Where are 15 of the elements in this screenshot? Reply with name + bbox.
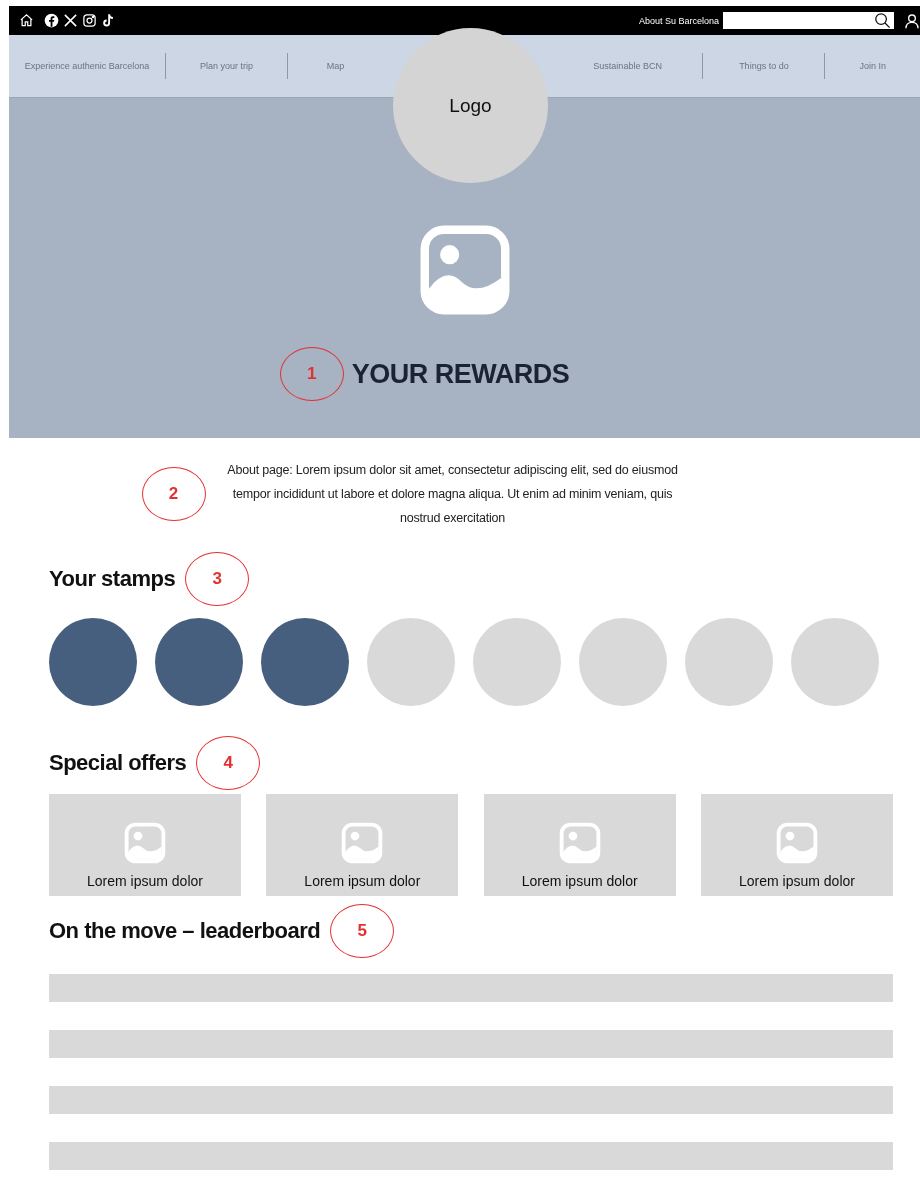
offer-card[interactable]: Lorem ipsum dolor <box>49 794 241 896</box>
offer-card[interactable]: Lorem ipsum dolor <box>483 794 676 896</box>
section-title: On the move – leaderboard <box>49 918 321 944</box>
offer-label: Lorem ipsum dolor <box>304 873 421 889</box>
section-title: Special offers <box>49 750 187 776</box>
page-title: YOUR REWARDS <box>351 358 570 390</box>
offer-label: Lorem ipsum dolor <box>521 873 638 889</box>
about-link[interactable]: About Su Barcelona <box>638 15 719 26</box>
offer-label: Lorem ipsum dolor <box>739 873 855 889</box>
offer-label: Lorem ipsum dolor <box>87 873 203 889</box>
about-text: About page: Lorem ipsum dolor sit amet, consectetur adipiscing elit, sed do eiusmod tempor incididunt ut labore et dolore magna aliqua. Ut enim ad minim veniam, quis nostrud exercitation <box>226 462 679 527</box>
nav-link[interactable]: Join In <box>825 53 920 79</box>
section-title: Your stamps <box>49 566 176 592</box>
offer-card[interactable]: Lorem ipsum dolor <box>701 794 893 896</box>
offer-card[interactable]: Lorem ipsum dolor <box>266 794 459 896</box>
